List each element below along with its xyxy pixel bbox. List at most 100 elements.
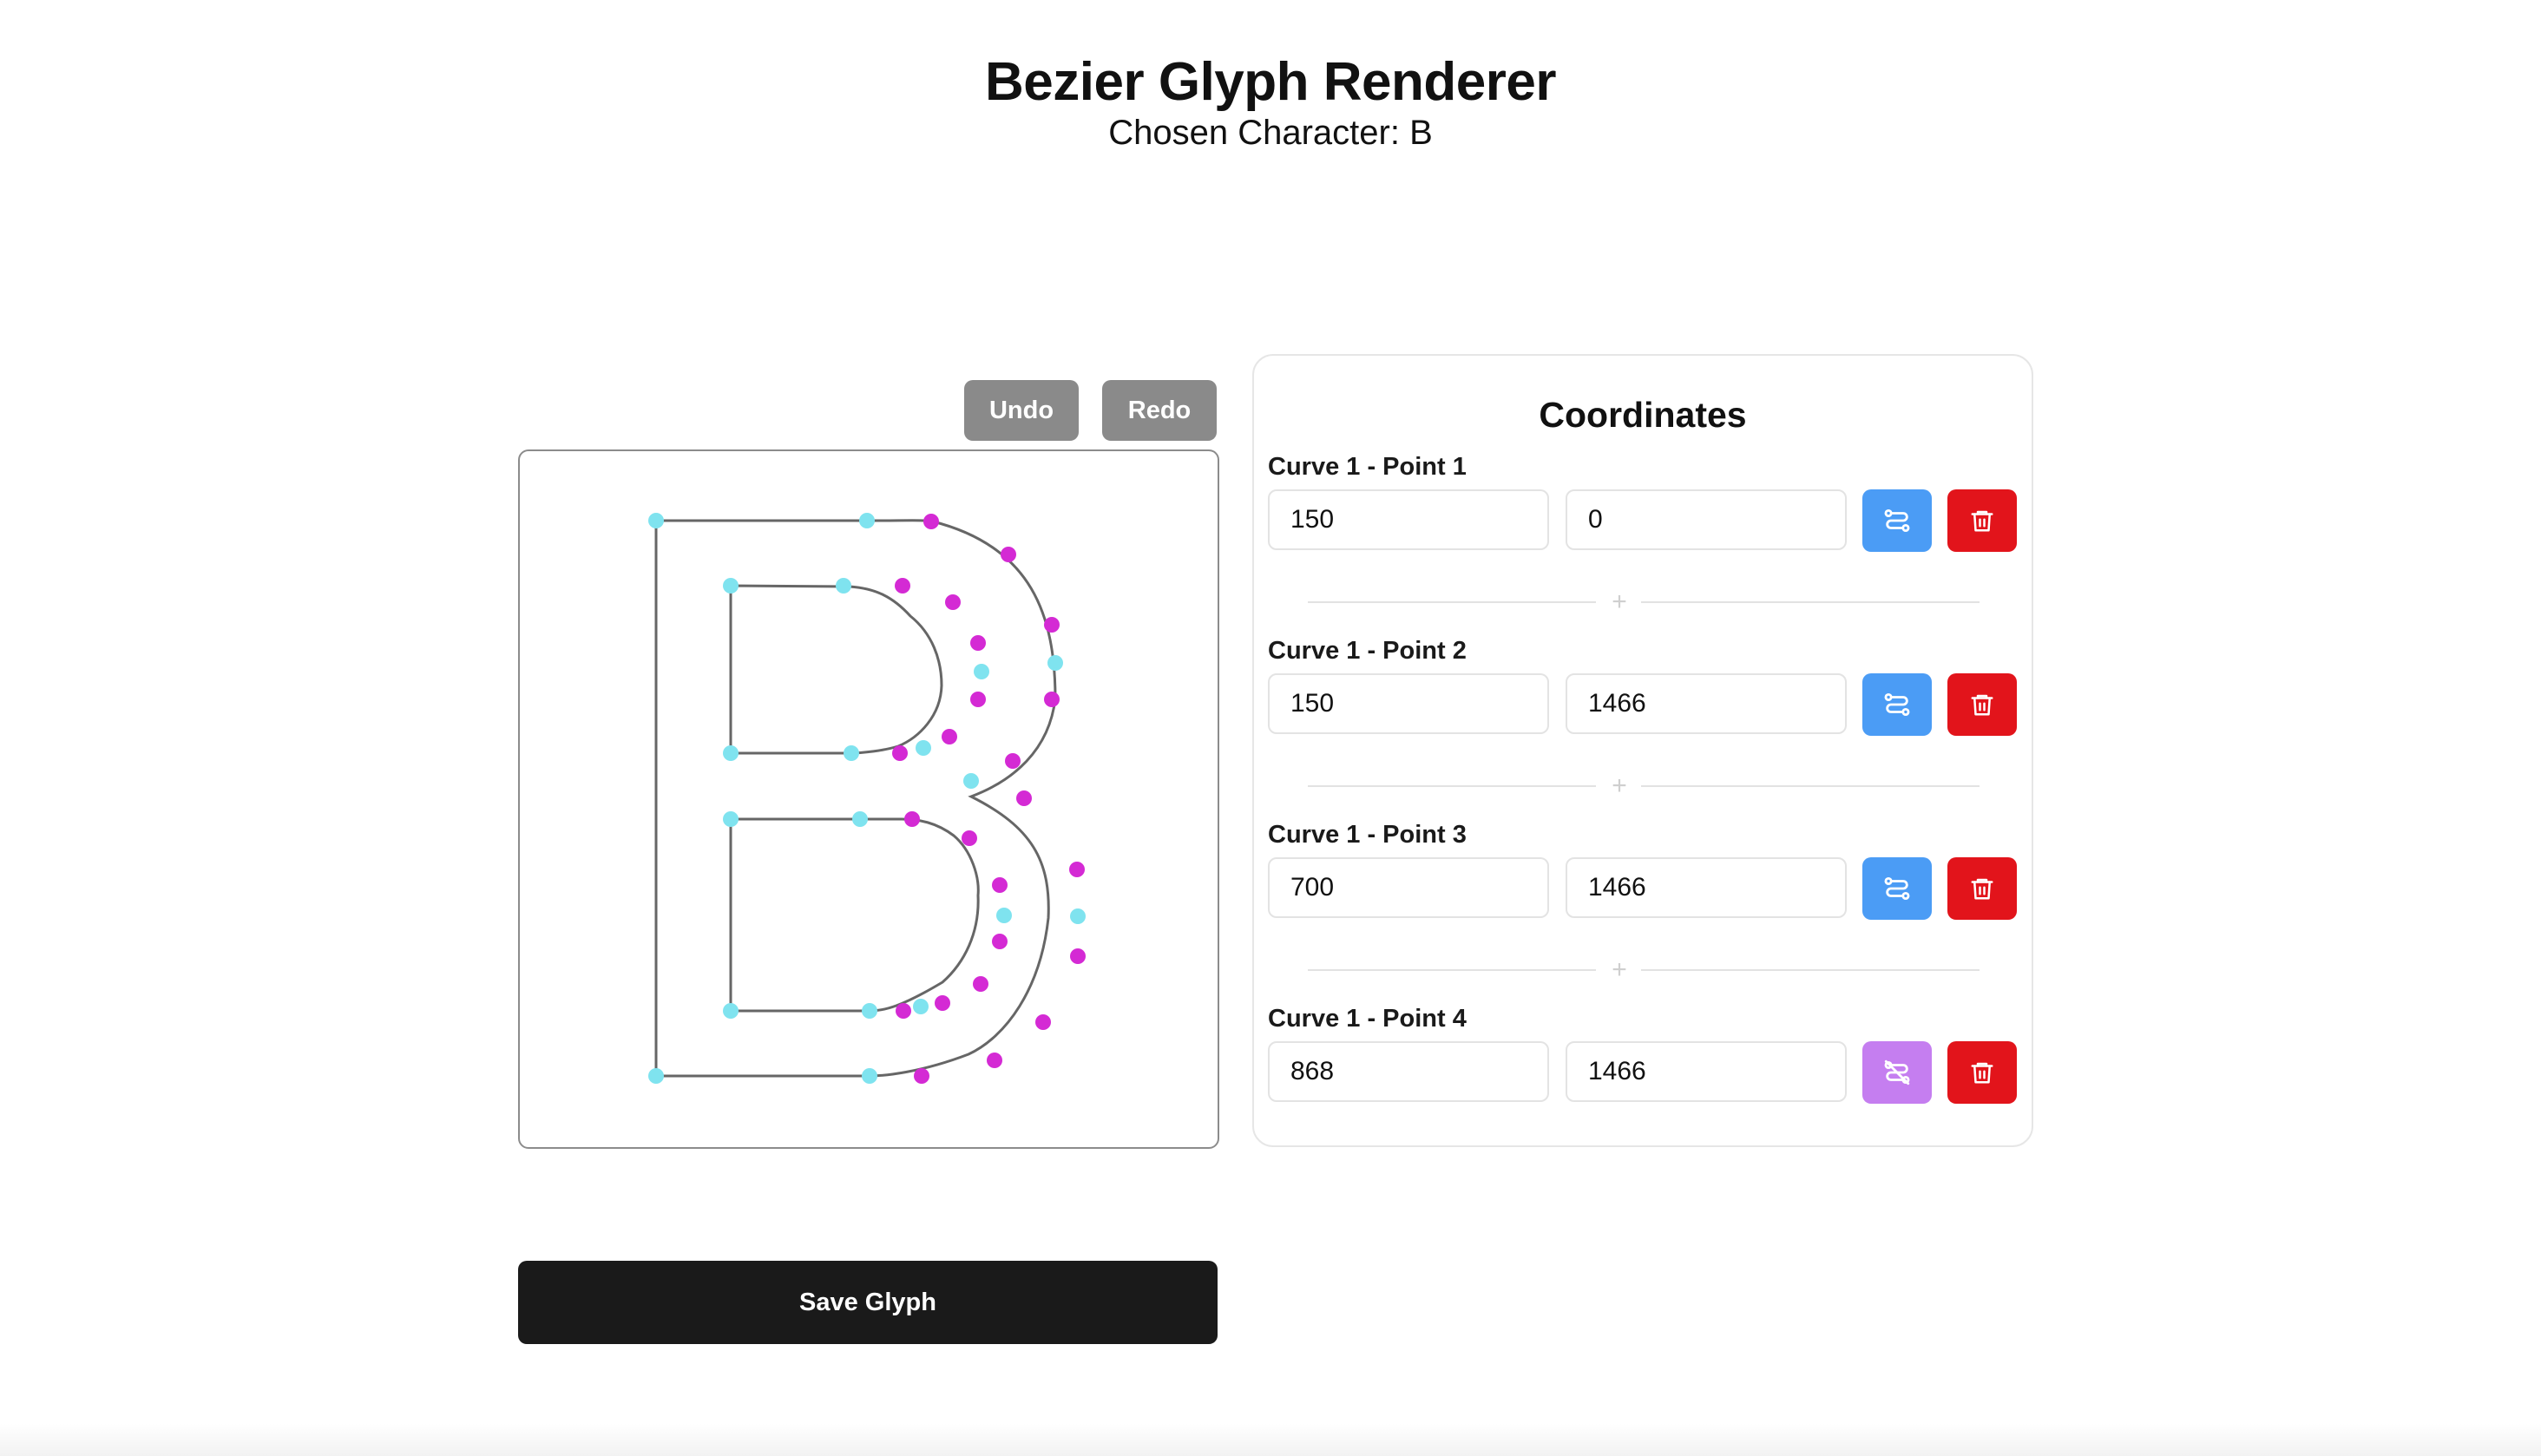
anchor-point bbox=[648, 513, 664, 528]
save-glyph-button[interactable]: Save Glyph bbox=[518, 1261, 1218, 1344]
control-point bbox=[1005, 753, 1021, 769]
control-point bbox=[1001, 547, 1016, 562]
anchor-point bbox=[836, 578, 851, 594]
curve-link-icon bbox=[1884, 692, 1910, 717]
anchor-point bbox=[859, 513, 875, 528]
anchor-point bbox=[996, 908, 1012, 923]
control-point bbox=[987, 1053, 1002, 1068]
divider-line bbox=[1641, 601, 1980, 603]
anchor-point bbox=[913, 999, 929, 1014]
insert-point-divider: + bbox=[1308, 585, 1980, 620]
insert-point-divider: + bbox=[1308, 769, 1980, 803]
divider-line bbox=[1641, 969, 1980, 971]
y-coordinate-input[interactable] bbox=[1566, 1041, 1847, 1102]
control-point bbox=[992, 934, 1008, 949]
insert-point-plus[interactable]: + bbox=[1608, 953, 1631, 987]
control-point bbox=[970, 635, 986, 651]
divider-line bbox=[1641, 785, 1980, 787]
y-coordinate-input[interactable] bbox=[1566, 489, 1847, 550]
anchor-point bbox=[723, 745, 739, 761]
point-label: Curve 1 - Point 1 bbox=[1268, 453, 1467, 481]
anchor-point bbox=[723, 811, 739, 827]
trash-icon bbox=[1971, 878, 1993, 900]
x-coordinate-input[interactable] bbox=[1268, 673, 1549, 734]
anchor-point bbox=[916, 740, 931, 756]
anchor-point bbox=[862, 1068, 877, 1084]
control-point bbox=[942, 729, 957, 744]
delete-point-button[interactable] bbox=[1947, 1041, 2017, 1104]
control-point bbox=[970, 692, 986, 707]
outer-contour bbox=[654, 519, 1057, 1078]
control-point bbox=[1044, 617, 1060, 633]
curve-unlink-icon bbox=[1884, 1059, 1910, 1085]
point-row: Curve 1 - Point 4 + bbox=[1268, 1001, 2018, 1145]
divider-line bbox=[1308, 785, 1596, 787]
divider-line bbox=[1308, 969, 1596, 971]
control-point bbox=[896, 1003, 911, 1019]
curve-link-icon bbox=[1884, 508, 1910, 533]
undo-button[interactable]: Undo bbox=[964, 380, 1079, 441]
insert-point-divider: + bbox=[1308, 953, 1980, 987]
divider-line bbox=[1308, 601, 1596, 603]
bottom-shadow bbox=[0, 1423, 2541, 1456]
x-coordinate-input[interactable] bbox=[1268, 489, 1549, 550]
coordinates-panel: Coordinates Curve 1 - Point 1 + bbox=[1252, 354, 2033, 1147]
control-point bbox=[1070, 948, 1086, 964]
glyph-svg[interactable] bbox=[520, 451, 1218, 1147]
trash-icon bbox=[1971, 1062, 1993, 1084]
control-points[interactable] bbox=[892, 514, 1086, 1084]
glyph-outline bbox=[654, 519, 1057, 1078]
upper-counter bbox=[729, 584, 943, 755]
curve-link-icon bbox=[1884, 876, 1910, 901]
anchor-point bbox=[844, 745, 859, 761]
anchor-point bbox=[1047, 655, 1063, 671]
trash-icon bbox=[1971, 694, 1993, 716]
point-label: Curve 1 - Point 4 bbox=[1268, 1005, 1467, 1033]
insert-point-plus[interactable]: + bbox=[1608, 585, 1631, 620]
redo-button[interactable]: Redo bbox=[1102, 380, 1217, 441]
control-point bbox=[992, 877, 1008, 893]
trash-icon bbox=[1971, 510, 1993, 532]
y-coordinate-input[interactable] bbox=[1566, 673, 1847, 734]
control-point bbox=[914, 1068, 929, 1084]
delete-point-button[interactable] bbox=[1947, 673, 2017, 736]
x-coordinate-input[interactable] bbox=[1268, 1041, 1549, 1102]
control-point bbox=[1069, 862, 1085, 877]
control-point bbox=[892, 745, 908, 761]
anchor-point bbox=[723, 578, 739, 594]
point-row: Curve 1 - Point 2 + bbox=[1268, 633, 2018, 807]
control-point bbox=[962, 830, 977, 846]
point-label: Curve 1 - Point 3 bbox=[1268, 821, 1467, 849]
glyph-canvas[interactable] bbox=[518, 449, 1219, 1149]
lower-counter bbox=[729, 817, 980, 1013]
point-row: Curve 1 - Point 1 + bbox=[1268, 449, 2018, 623]
delete-point-button[interactable] bbox=[1947, 489, 2017, 552]
anchor-point bbox=[963, 773, 979, 789]
point-row: Curve 1 - Point 3 + bbox=[1268, 817, 2018, 991]
anchor-point bbox=[862, 1003, 877, 1019]
coordinates-title: Coordinates bbox=[1539, 395, 1747, 435]
anchor-point bbox=[1070, 908, 1086, 924]
anchor-point bbox=[648, 1068, 664, 1084]
anchor-point bbox=[852, 811, 868, 827]
anchor-point bbox=[974, 664, 989, 679]
insert-point-plus[interactable]: + bbox=[1608, 769, 1631, 803]
page-title: Bezier Glyph Renderer bbox=[985, 52, 1556, 112]
control-point bbox=[904, 811, 920, 827]
control-point bbox=[945, 594, 961, 610]
toggle-curve-point-button[interactable] bbox=[1862, 857, 1932, 920]
control-point bbox=[1035, 1014, 1051, 1030]
x-coordinate-input[interactable] bbox=[1268, 857, 1549, 918]
insert-point-divider: + bbox=[1308, 1137, 1980, 1145]
insert-point-plus[interactable]: + bbox=[1608, 1137, 1631, 1145]
chosen-character-subtitle: Chosen Character: B bbox=[1108, 114, 1433, 152]
y-coordinate-input[interactable] bbox=[1566, 857, 1847, 918]
control-point bbox=[1044, 692, 1060, 707]
toggle-curve-point-button[interactable] bbox=[1862, 673, 1932, 736]
toggle-curve-point-button[interactable] bbox=[1862, 489, 1932, 552]
page: Bezier Glyph Renderer Chosen Character: … bbox=[0, 0, 2541, 1456]
control-point bbox=[973, 976, 988, 992]
delete-point-button[interactable] bbox=[1947, 857, 2017, 920]
control-point bbox=[1016, 790, 1032, 806]
toggle-curve-point-button[interactable] bbox=[1862, 1041, 1932, 1104]
